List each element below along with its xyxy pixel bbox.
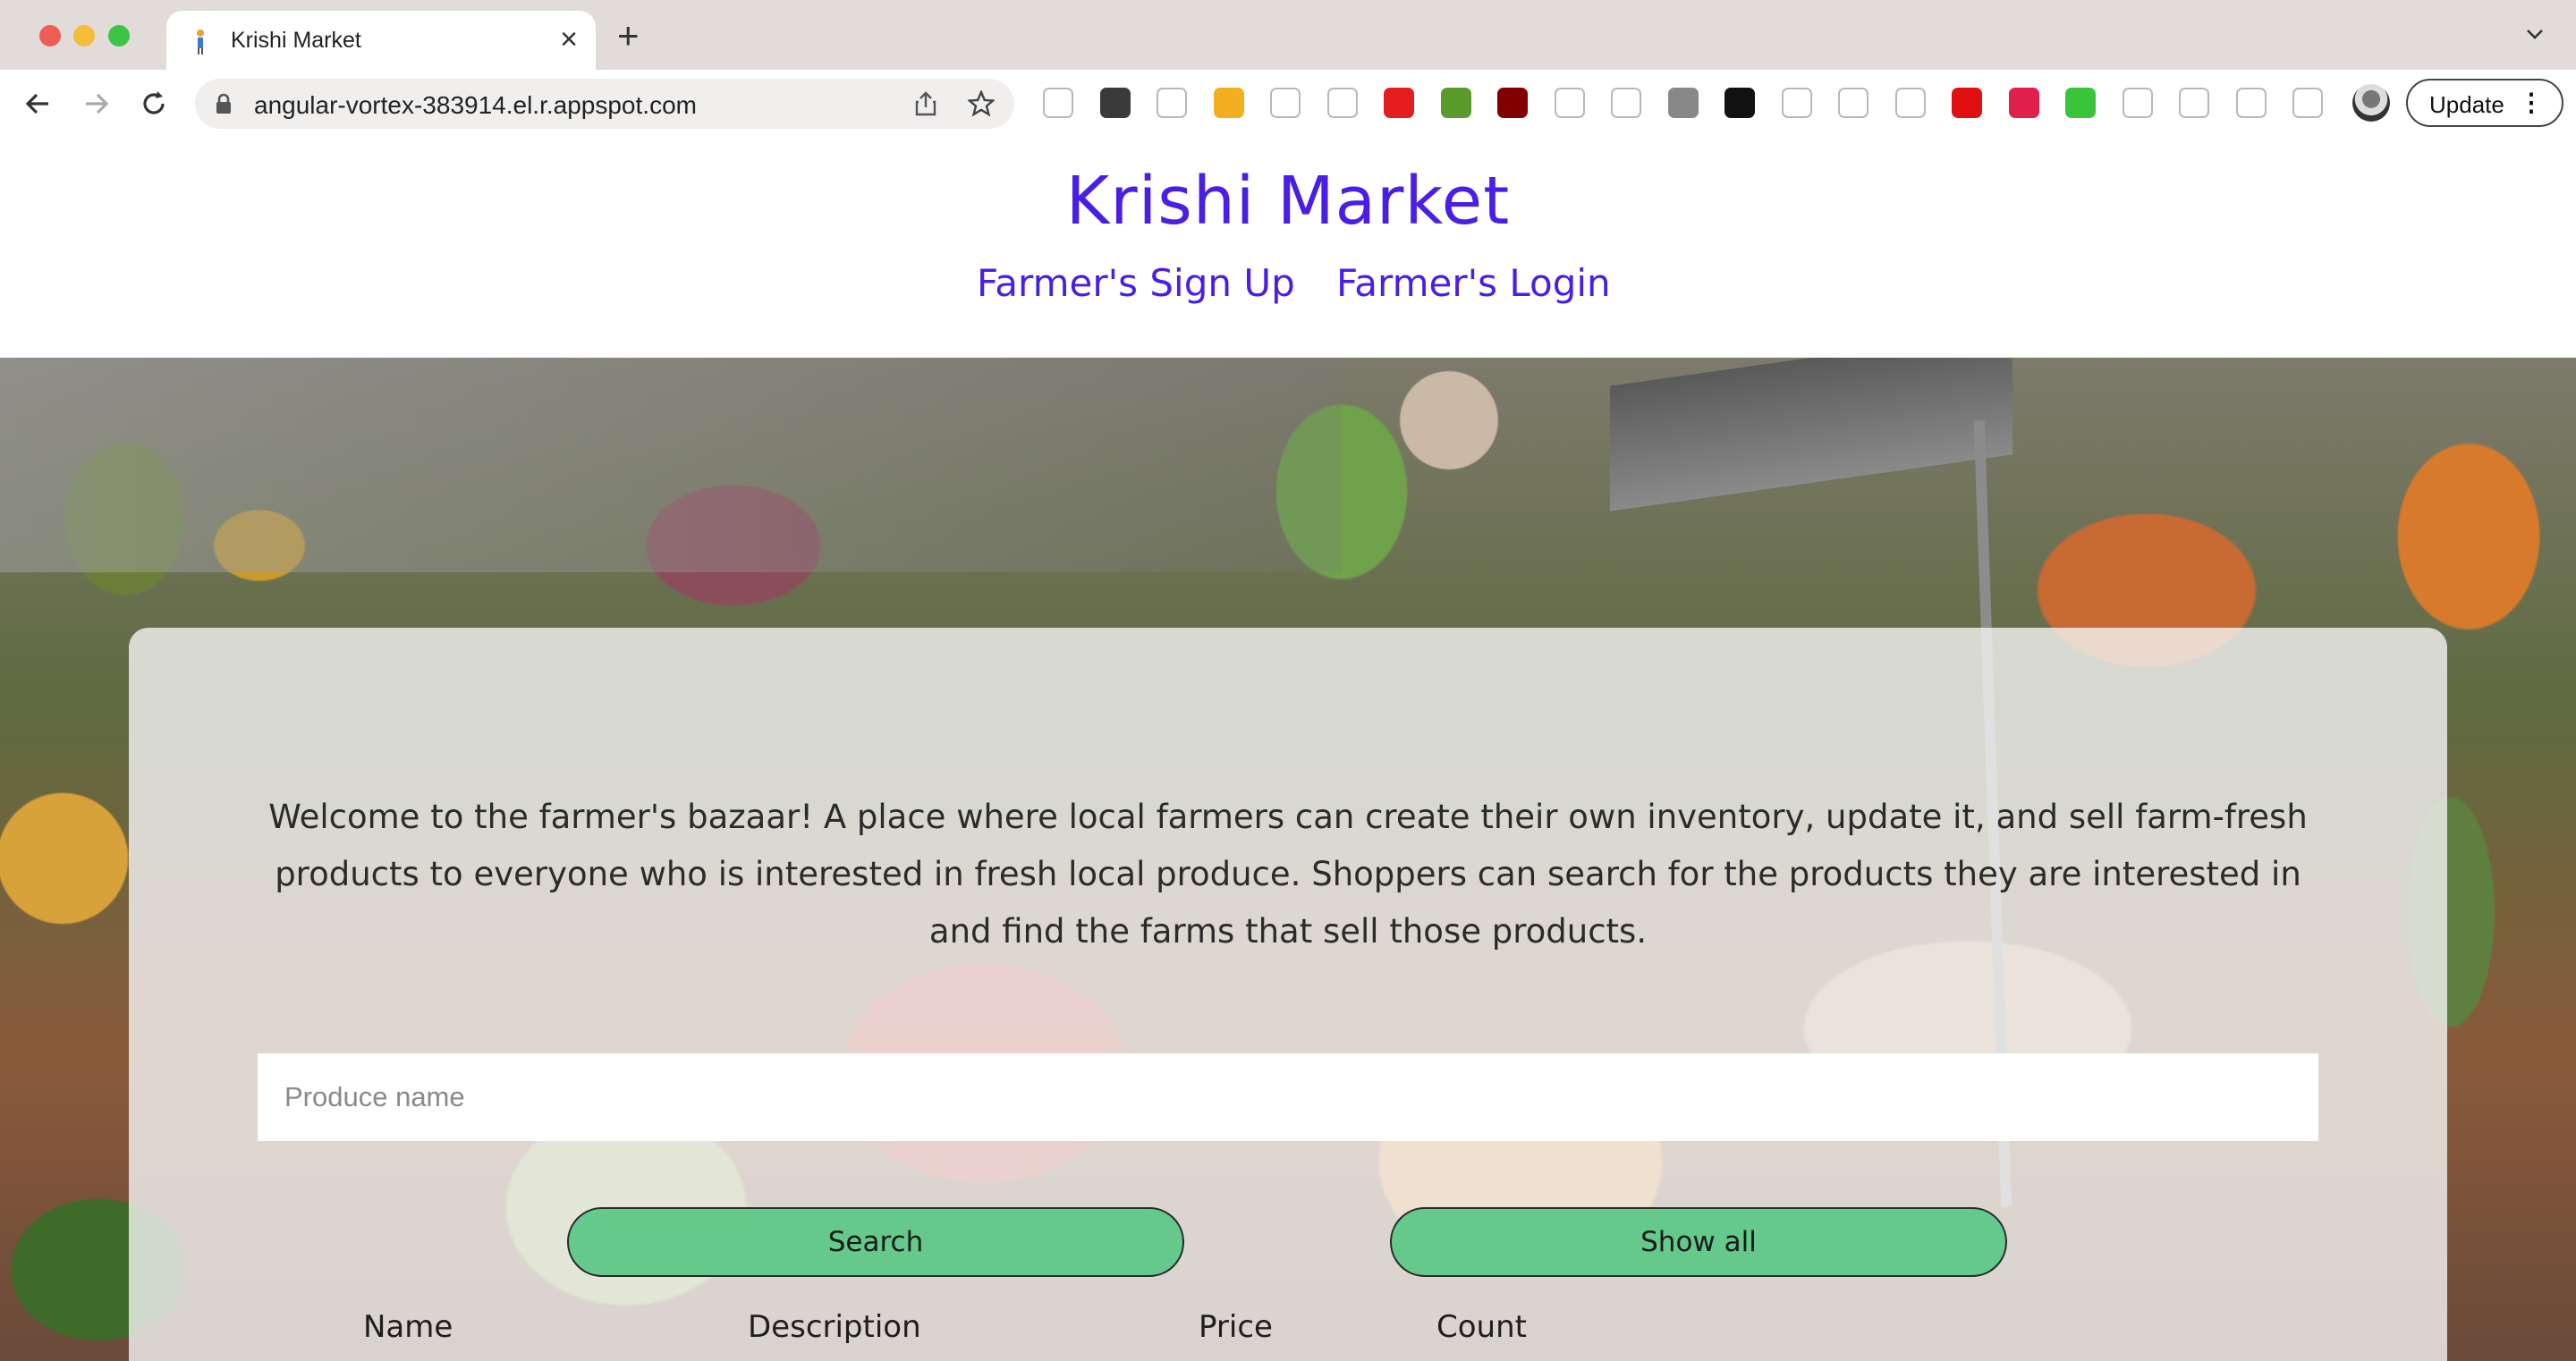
- update-button[interactable]: Update ⋮: [2406, 79, 2563, 127]
- bars-icon[interactable]: [1781, 88, 1812, 118]
- minimize-window-button[interactable]: [73, 25, 95, 46]
- farmer-favicon-icon: [197, 30, 204, 55]
- browser-tab-bar: Krishi Market × +: [0, 0, 2576, 70]
- lighthouse-icon[interactable]: [1099, 88, 1131, 118]
- omega-icon[interactable]: [2122, 88, 2153, 118]
- tab-title: Krishi Market: [231, 28, 361, 53]
- plus-circle-icon[interactable]: [1440, 88, 1471, 118]
- address-bar[interactable]: angular-vortex-383914.el.r.appspot.com: [195, 79, 1014, 129]
- ublock-icon[interactable]: [1497, 88, 1528, 118]
- pencil-icon[interactable]: [1043, 88, 1073, 118]
- tray-icon[interactable]: [1326, 88, 1358, 118]
- more-menu-icon[interactable]: ⋮: [2519, 88, 2544, 117]
- maximize-window-button[interactable]: [108, 25, 130, 46]
- clock-icon[interactable]: [1611, 88, 1641, 118]
- chart-icon[interactable]: [1554, 88, 1585, 118]
- column-header-name: Name: [363, 1309, 453, 1345]
- welcome-text: Welcome to the farmer's bazaar! A place …: [268, 798, 2308, 951]
- c-icon[interactable]: [2179, 88, 2209, 118]
- tampermonkey-icon[interactable]: [1724, 88, 1755, 118]
- image-icon[interactable]: [1667, 88, 1699, 118]
- farmer-signup-link[interactable]: Farmer's Sign Up: [977, 261, 1295, 305]
- info-icon[interactable]: [1213, 88, 1244, 118]
- browser-toolbar: angular-vortex-383914.el.r.appspot.com U…: [0, 70, 2576, 139]
- hero-background-image: Welcome to the farmer's bazaar! A place …: [0, 358, 2576, 1361]
- hero-wall-shade: [0, 358, 1342, 572]
- search-button[interactable]: Search: [567, 1207, 1184, 1277]
- sidepanel-icon[interactable]: [2292, 88, 2323, 118]
- site-title: Krishi Market: [1065, 163, 1511, 240]
- reload-icon[interactable]: [138, 88, 170, 120]
- browser-tab[interactable]: Krishi Market ×: [166, 11, 596, 70]
- farmer-login-link[interactable]: Farmer's Login: [1336, 261, 1611, 305]
- close-window-button[interactable]: [39, 25, 61, 46]
- color-bars-icon[interactable]: [1838, 88, 1868, 118]
- column-header-description: Description: [748, 1309, 921, 1345]
- wave-icon[interactable]: [1157, 88, 1187, 118]
- show-all-button[interactable]: Show all: [1390, 1207, 2007, 1277]
- update-label: Update: [2429, 91, 2504, 118]
- outline-bars-icon[interactable]: [1894, 88, 1926, 118]
- shield-red-icon[interactable]: [1384, 88, 1414, 118]
- url-text[interactable]: angular-vortex-383914.el.r.appspot.com: [254, 91, 697, 120]
- profile-avatar[interactable]: [2352, 84, 2390, 122]
- bookmark-star-icon[interactable]: [968, 90, 995, 117]
- lock-icon[interactable]: [215, 93, 233, 114]
- site-header: Krishi Market Farmer's Sign Up Farmer's …: [0, 138, 2576, 358]
- puzzle-icon[interactable]: [2235, 88, 2267, 118]
- produce-search-input[interactable]: [258, 1053, 2318, 1141]
- column-header-count: Count: [1436, 1309, 1527, 1345]
- close-tab-icon[interactable]: ×: [560, 23, 578, 55]
- chevron-down-icon[interactable]: [2524, 23, 2546, 45]
- hero-scale-shape: [1610, 358, 2012, 511]
- lock-green-icon[interactable]: [2065, 88, 2096, 118]
- forward-icon[interactable]: [80, 88, 113, 120]
- youtube-forward-icon[interactable]: [1952, 88, 1982, 118]
- play-circle-icon[interactable]: [2008, 88, 2039, 118]
- column-header-price: Price: [1199, 1309, 1273, 1345]
- chess-icon[interactable]: [1270, 88, 1301, 118]
- new-tab-icon[interactable]: +: [617, 17, 640, 55]
- back-icon[interactable]: [21, 88, 54, 120]
- welcome-panel: Welcome to the farmer's bazaar! A place …: [129, 628, 2447, 1361]
- share-icon[interactable]: [914, 91, 937, 116]
